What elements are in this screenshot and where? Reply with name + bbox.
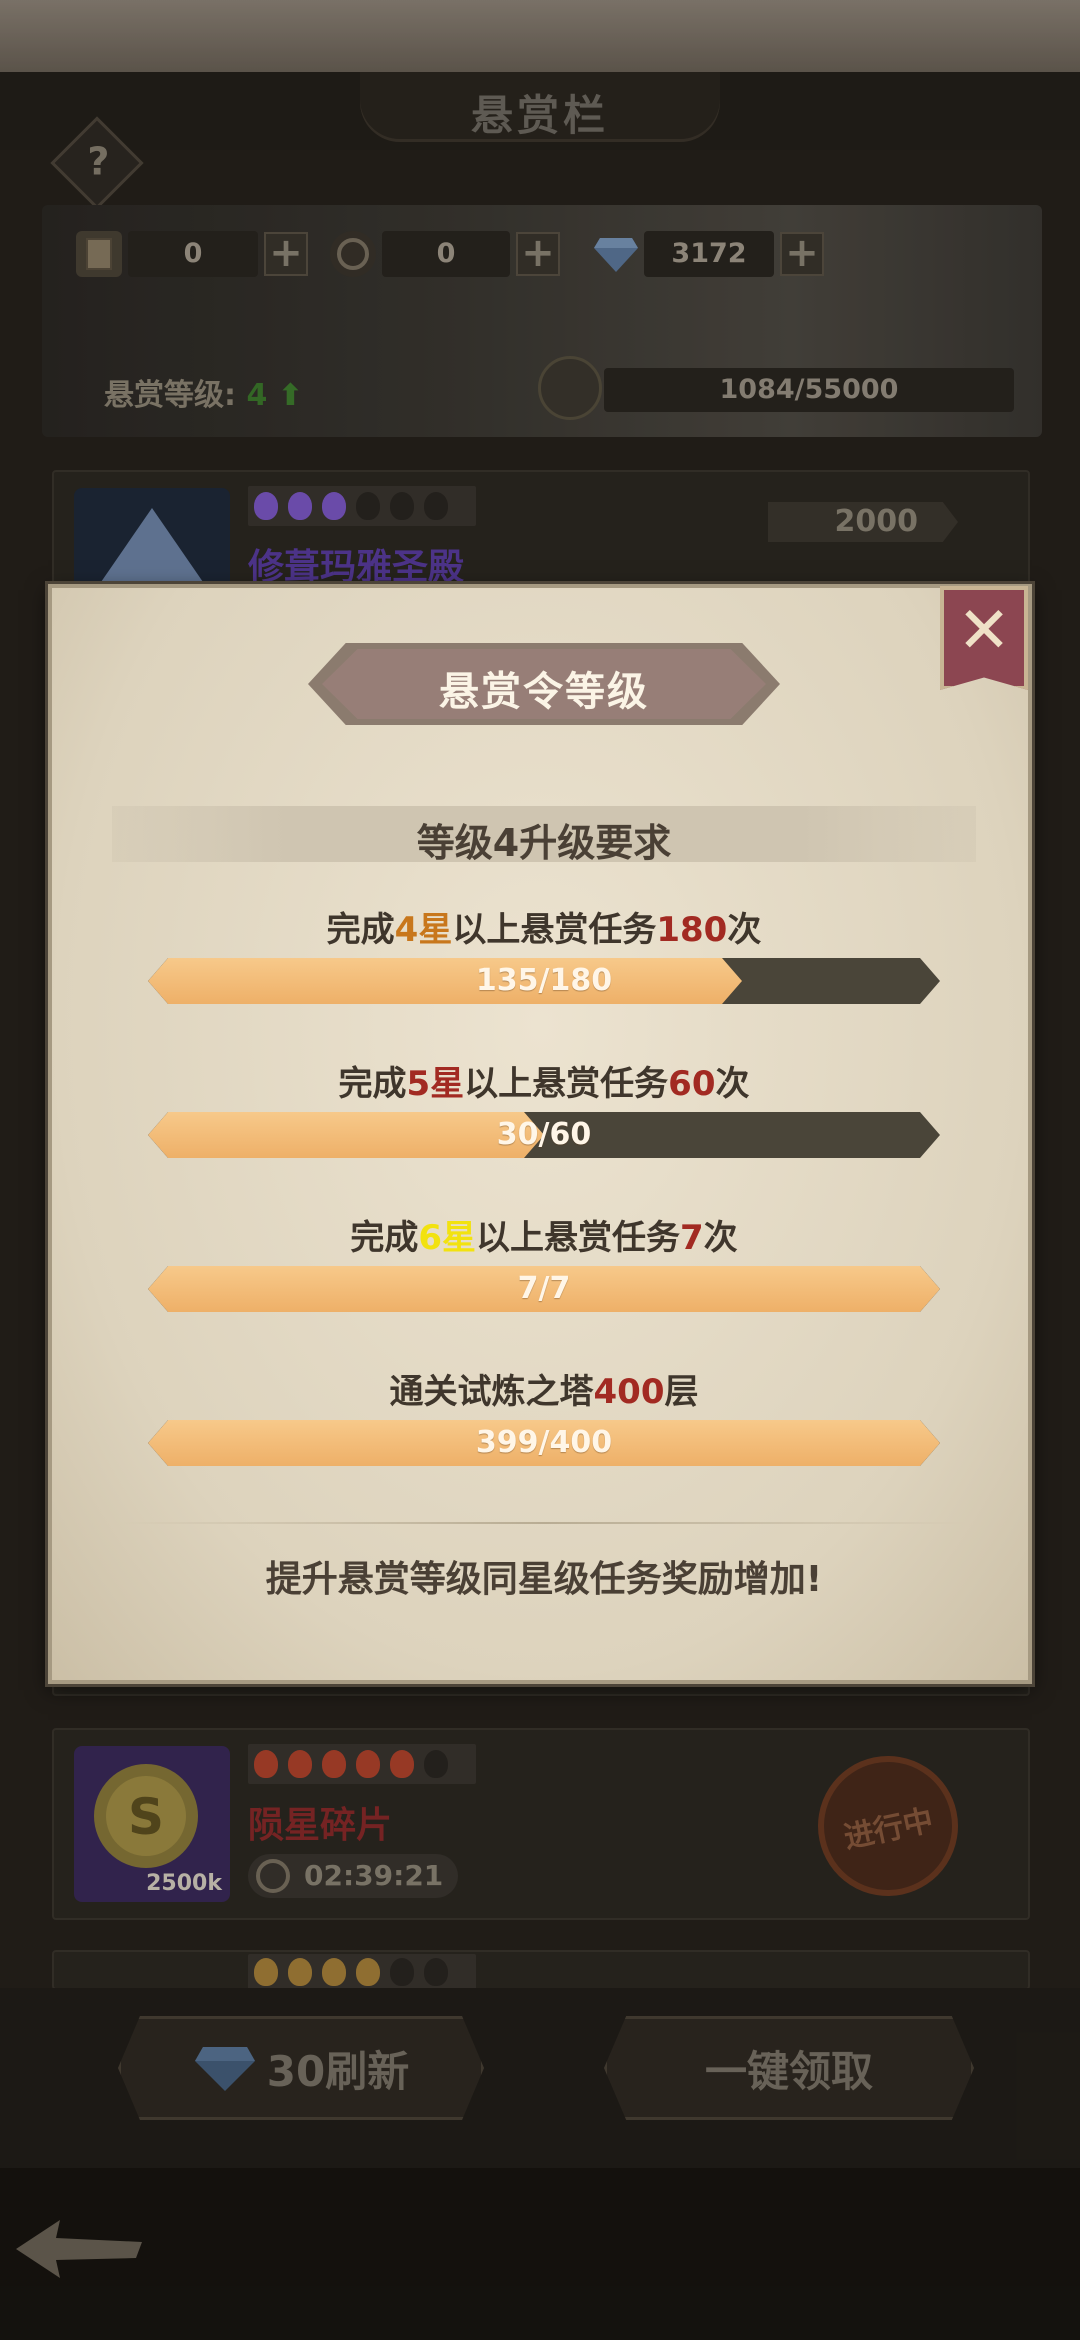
progress-text: 30/60 — [496, 1117, 592, 1152]
requirement-progress-bar: 7/7 — [148, 1266, 940, 1312]
dialog-title-plate: 悬赏令等级 — [308, 643, 780, 725]
requirement-text: 通关试炼之塔400层 — [389, 1372, 699, 1412]
dialog-title: 悬赏令等级 — [439, 669, 649, 715]
progress-text: 135/180 — [475, 963, 613, 998]
requirement-progress-bar: 30/60 — [148, 1112, 940, 1158]
requirement-text: 完成6星以上悬赏任务7次 — [350, 1218, 738, 1258]
requirement-progress-bar: 135/180 — [148, 958, 940, 1004]
progress-text: 399/400 — [475, 1425, 613, 1460]
requirement-progress-bar: 399/400 — [148, 1420, 940, 1466]
bounty-board-screen: { "header": { "title": "悬赏栏", "help_glyp… — [0, 0, 1080, 2340]
progress-text: 7/7 — [517, 1271, 571, 1306]
requirements-header: 等级4升级要求 — [112, 806, 976, 865]
divider — [122, 1522, 966, 1524]
requirements-title: 等级4升级要求 — [416, 821, 672, 865]
requirement-text: 完成4星以上悬赏任务180次 — [326, 910, 762, 950]
close-icon: ✕ — [957, 594, 1011, 668]
dialog-footnote: 提升悬赏等级同星级任务奖励增加! — [265, 1559, 823, 1600]
bounty-level-dialog: 悬赏令等级 ✕ 等级4升级要求 完成4星以上悬赏任务180次 135/180 完… — [48, 584, 1032, 1684]
requirement-text: 完成5星以上悬赏任务60次 — [338, 1064, 750, 1104]
close-button[interactable]: ✕ — [940, 586, 1028, 690]
